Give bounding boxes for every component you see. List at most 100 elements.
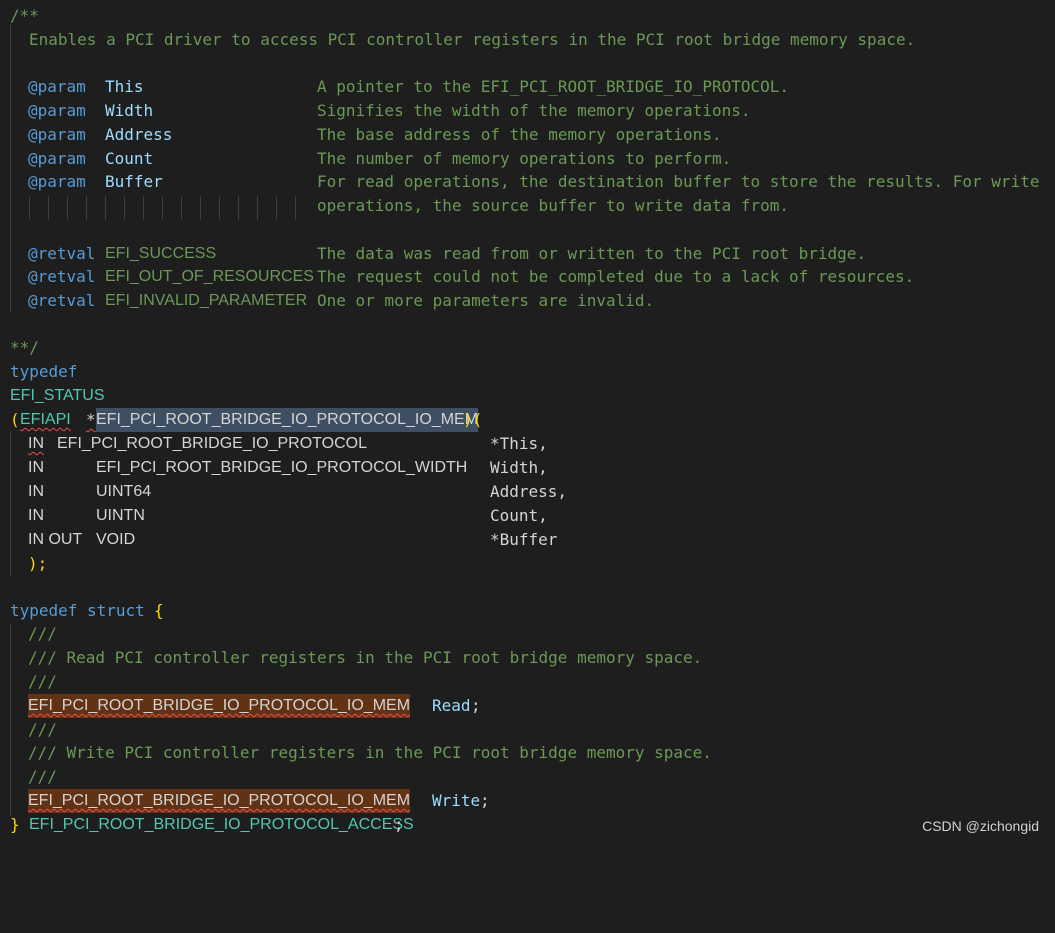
param-name: Count (105, 149, 154, 168)
retval-line: @retval EFI_INVALID_PARAMETER One or mor… (10, 289, 654, 313)
retval-line: @retval EFI_OUT_OF_RESOURCES The request… (10, 265, 914, 289)
param-name: This (105, 77, 144, 96)
indent-guide (238, 196, 239, 220)
code-line: ); (10, 552, 49, 576)
arg-line: IN OUT VOID *Buffer (10, 528, 557, 552)
param-desc-continued: operations, the source buffer to write d… (317, 196, 790, 215)
return-type: EFI_STATUS (10, 387, 105, 404)
doc-comment-marker: /// (28, 624, 57, 643)
arg-line: IN EFI_PCI_ROOT_BRIDGE_IO_PROTOCOL *This… (10, 432, 548, 456)
indent-guide (219, 196, 220, 220)
param-name: Address (105, 125, 173, 144)
arg-modifier: IN (28, 507, 44, 524)
indent-guide (200, 196, 201, 220)
comment-open: /** (10, 6, 39, 25)
param-tag: @param (28, 172, 86, 191)
doc-comment-marker: /// (28, 672, 57, 691)
code-line: } EFI_PCI_ROOT_BRIDGE_IO_PROTOCOL_ACCESS… (10, 813, 414, 837)
arg-type: EFI_PCI_ROOT_BRIDGE_IO_PROTOCOL (57, 435, 368, 452)
close-paren: ); (28, 554, 48, 573)
param-tag: @param (28, 101, 86, 120)
arg-type: UINT64 (96, 483, 152, 500)
code-line: /// (10, 718, 57, 742)
function-name-selected[interactable]: EFI_PCI_ROOT_BRIDGE_IO_PROTOCOL_IO_MEM (96, 408, 479, 432)
arg-modifier: IN (28, 459, 44, 476)
member-type-highlighted[interactable]: EFI_PCI_ROOT_BRIDGE_IO_PROTOCOL_IO_MEM (28, 694, 411, 718)
member-type-highlighted[interactable]: EFI_PCI_ROOT_BRIDGE_IO_PROTOCOL_IO_MEM (28, 789, 411, 813)
param-name: Buffer (105, 172, 163, 191)
open-paren: ( (10, 410, 20, 429)
arg-type: EFI_PCI_ROOT_BRIDGE_IO_PROTOCOL_WIDTH (96, 459, 468, 476)
param-desc: For read operations, the destination buf… (317, 172, 1040, 191)
indent-guide (86, 196, 87, 220)
semicolon: ; (471, 696, 481, 715)
retval-desc: One or more parameters are invalid. (317, 291, 655, 310)
param-tag: @param (28, 77, 86, 96)
retval-tag: @retval (28, 291, 96, 310)
arg-line: IN EFI_PCI_ROOT_BRIDGE_IO_PROTOCOL_WIDTH… (10, 456, 548, 480)
param-desc: Signifies the width of the memory operat… (317, 101, 751, 120)
code-line: EFI_PCI_ROOT_BRIDGE_IO_PROTOCOL_IO_MEM R… (10, 694, 481, 718)
watermark: CSDN @zichongid (922, 818, 1039, 834)
comment-close: **/ (10, 338, 39, 357)
arg-name: Count, (490, 506, 548, 525)
param-name: Width (105, 101, 154, 120)
code-line: **/ (10, 336, 49, 360)
close-open-paren: )( (463, 410, 483, 429)
indent-guide (67, 196, 68, 220)
doc-comment-read: /// Read PCI controller registers in the… (28, 648, 703, 667)
arg-name: Width, (490, 458, 548, 477)
arg-type: VOID (96, 531, 136, 548)
efiapi-macro: EFIAPI (20, 411, 71, 428)
arg-modifier: IN (28, 483, 44, 500)
retval-tag: @retval (28, 267, 96, 286)
member-name-write: Write (432, 791, 481, 810)
indent-guide (257, 196, 258, 220)
retval-line: @retval EFI_SUCCESS The data was read fr… (10, 242, 866, 266)
code-line: /// (10, 765, 57, 789)
param-line: @param This A pointer to the EFI_PCI_ROO… (10, 75, 789, 99)
indent-guide (276, 196, 277, 220)
param-line: operations, the source buffer to write d… (10, 194, 789, 218)
doc-comment-marker: /// (28, 767, 57, 786)
param-line: @param Address The base address of the m… (10, 123, 722, 147)
comment-summary: Enables a PCI driver to access PCI contr… (29, 30, 916, 49)
retval-name: EFI_SUCCESS (105, 245, 217, 262)
param-desc: The base address of the memory operation… (317, 125, 722, 144)
retval-tag: @retval (28, 244, 96, 263)
code-line: /// Write PCI controller registers in th… (10, 741, 712, 765)
indent-guide (295, 196, 296, 220)
arg-name: *Buffer (490, 530, 558, 549)
retval-desc: The request could not be completed due t… (317, 267, 915, 286)
indent-guide (162, 196, 163, 220)
arg-modifier: IN (28, 435, 44, 452)
struct-name: EFI_PCI_ROOT_BRIDGE_IO_PROTOCOL_ACCESS (29, 816, 414, 833)
retval-name: EFI_OUT_OF_RESOURCES (105, 268, 314, 285)
keyword-typedef: typedef (10, 601, 78, 620)
retval-name: EFI_INVALID_PARAMETER (105, 292, 308, 309)
param-line: @param Width Signifies the width of the … (10, 99, 750, 123)
doc-comment-write: /// Write PCI controller registers in th… (28, 743, 712, 762)
semicolon: ; (394, 815, 404, 834)
code-line: EFI_STATUS (10, 384, 105, 408)
code-line: typedef struct { (10, 599, 164, 623)
code-editor[interactable]: /** Enables a PCI driver to access PCI c… (0, 0, 1055, 844)
code-line: /// (10, 622, 57, 646)
indent-guide (105, 196, 106, 220)
arg-name: Address, (490, 482, 568, 501)
code-line: /// (10, 670, 57, 694)
code-line: /// Read PCI controller registers in the… (10, 646, 702, 670)
close-brace: } (10, 815, 20, 834)
indent-guide (124, 196, 125, 220)
code-line: /** (10, 4, 49, 28)
param-desc: A pointer to the EFI_PCI_ROOT_BRIDGE_IO_… (317, 77, 790, 96)
code-line: typedef (10, 360, 77, 384)
keyword-typedef: typedef (10, 362, 78, 381)
code-line: EFI_PCI_ROOT_BRIDGE_IO_PROTOCOL_IO_MEM W… (10, 789, 490, 813)
param-tag: @param (28, 149, 86, 168)
arg-modifier: IN OUT (28, 531, 83, 548)
code-line: Enables a PCI driver to access PCI contr… (10, 28, 915, 52)
indent-guide (181, 196, 182, 220)
param-tag: @param (28, 125, 86, 144)
param-line: @param Buffer For read operations, the d… (10, 170, 1039, 194)
